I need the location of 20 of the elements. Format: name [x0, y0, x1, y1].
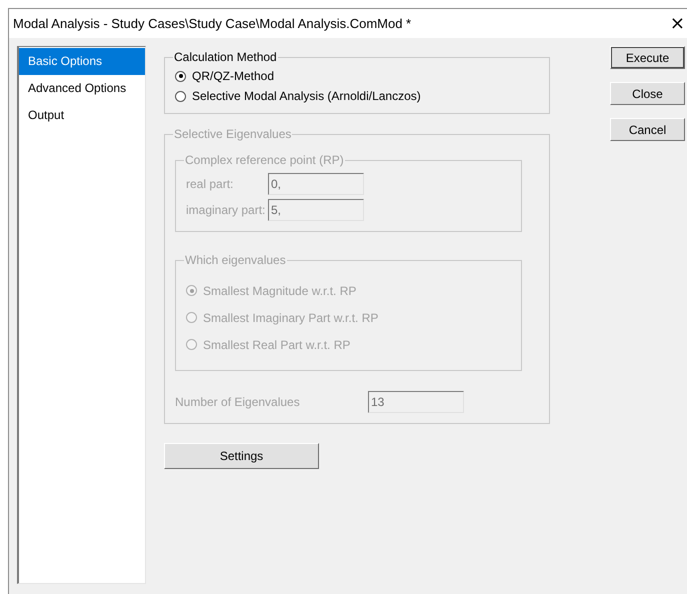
sidebar-item[interactable]: Basic Options: [19, 48, 145, 75]
action-button[interactable]: Execute: [610, 46, 685, 69]
close-button[interactable]: ×: [670, 14, 687, 32]
group-title: Which eigenvalues: [184, 253, 287, 267]
field-label: Number of Eigenvalues: [175, 395, 301, 409]
radio-button[interactable]: [175, 90, 186, 102]
sidebar-item[interactable]: Output: [19, 102, 145, 129]
action-button[interactable]: Close: [610, 82, 685, 105]
settings-button[interactable]: Settings: [164, 443, 319, 469]
radio-button[interactable]: [175, 70, 186, 82]
radio-label[interactable]: QR/QZ-Method: [192, 69, 274, 83]
group-title: Selective Eigenvalues: [173, 127, 292, 141]
radio-label[interactable]: Selective Modal Analysis (Arnoldi/Lanczos): [192, 89, 421, 103]
group-title: Complex reference point (RP): [184, 153, 345, 167]
window-title: Modal Analysis - Study Cases\Study Case\Modal Analysis.ComMod *: [13, 16, 412, 31]
sidebar-item[interactable]: Advanced Options: [19, 75, 145, 102]
group-title: Calculation Method: [173, 50, 278, 64]
field-label: imaginary part:: [186, 203, 266, 217]
action-button[interactable]: Cancel: [610, 118, 685, 141]
field-label: real part:: [186, 177, 234, 191]
